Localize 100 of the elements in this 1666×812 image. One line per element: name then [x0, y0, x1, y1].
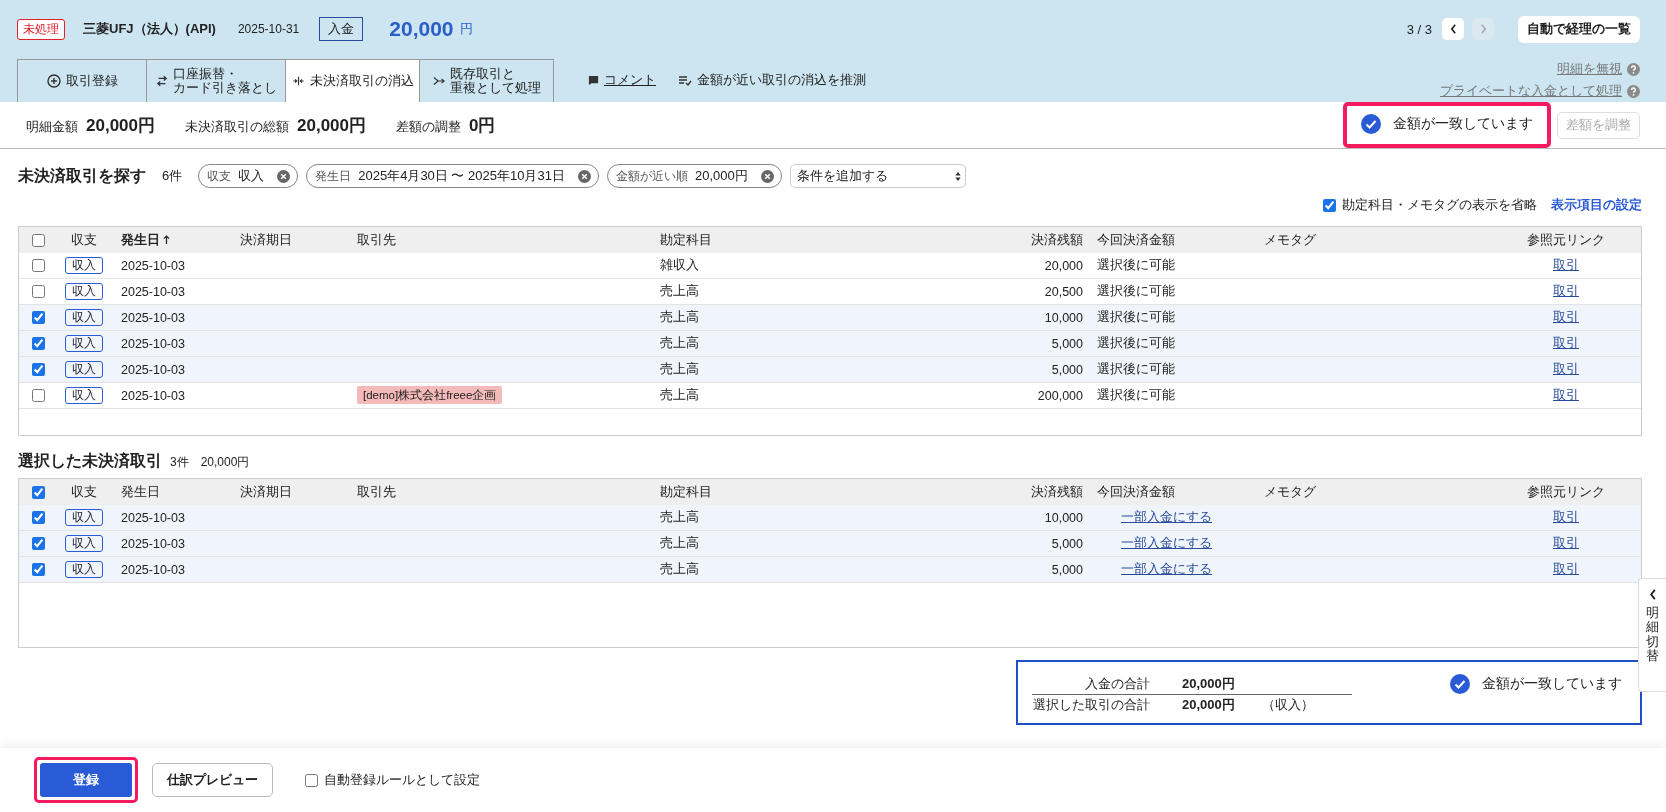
source-link[interactable]: 取引 [1553, 510, 1579, 524]
chevron-right-icon [1479, 24, 1487, 34]
account-cell: 売上高 [660, 310, 699, 324]
summary-value: 20,000円 [297, 114, 366, 137]
column-header[interactable]: 決済期日 [240, 232, 292, 247]
tab-label: 口座振替・ カード引き落とし [172, 66, 277, 96]
date-cell: 2025-10-03 [121, 388, 185, 403]
option-label: 勘定科目・メモタグの表示を省略 [1342, 196, 1537, 214]
up-down-icon [954, 171, 961, 181]
section-title: 選択した未決済取引 [18, 451, 162, 471]
source-link[interactable]: 取引 [1553, 284, 1579, 298]
tab[interactable]: 既存取引と 重複として処理 [419, 59, 554, 102]
clear-icon[interactable] [577, 169, 591, 183]
plus-circle-icon [46, 74, 61, 88]
section-title: 未決済取引を探す [18, 165, 146, 186]
clear-icon[interactable] [277, 169, 291, 183]
option-label: 自動登録ルールとして設定 [324, 771, 480, 789]
account-cell: 売上高 [660, 510, 699, 524]
column-header[interactable]: 今回決済金額 [1097, 232, 1175, 247]
tab[interactable]: 取引登録 [17, 59, 147, 102]
check-circle-icon [1361, 114, 1381, 134]
tab[interactable]: 未決済取引の消込 [285, 59, 420, 102]
tab-label: 未決済取引の消込 [309, 73, 414, 89]
row-checkbox[interactable] [31, 363, 45, 376]
column-header[interactable]: 収支 [71, 232, 97, 247]
row-checkbox[interactable] [31, 537, 45, 550]
row-checkbox[interactable] [31, 259, 45, 272]
checkbox[interactable] [305, 773, 318, 787]
column-header[interactable]: 勘定科目 [660, 484, 712, 499]
side-link[interactable]: プライベートな入金として処理 [1440, 82, 1622, 100]
source-link[interactable]: 取引 [1553, 362, 1579, 376]
total-value: 20,000円 [1182, 676, 1235, 691]
source-link[interactable]: 取引 [1553, 388, 1579, 402]
clear-icon[interactable] [760, 169, 774, 183]
summary-value: 0円 [469, 114, 496, 137]
column-header[interactable]: 収支 [71, 484, 97, 499]
date-cell: 2025-10-03 [121, 510, 185, 525]
column-header[interactable]: 発生日 [121, 232, 170, 247]
chevron-left-icon [1648, 589, 1657, 600]
column-header[interactable]: 取引先 [357, 232, 396, 247]
balance-cell: 20,000 [1044, 258, 1083, 273]
source-link[interactable]: 取引 [1553, 562, 1579, 576]
row-checkbox[interactable] [31, 311, 45, 324]
select-all-checkbox[interactable] [31, 233, 45, 247]
row-checkbox[interactable] [31, 389, 45, 402]
side-tab[interactable]: 明細切替 [1638, 578, 1666, 692]
column-header[interactable]: メモタグ [1264, 232, 1316, 247]
settings-link[interactable]: 表示項目の設定 [1551, 196, 1642, 214]
account-cell: 売上高 [660, 536, 699, 550]
column-header[interactable]: 決済残額 [1031, 232, 1083, 247]
side-link[interactable]: 明細を無視 [1557, 60, 1622, 78]
checkbox[interactable] [1323, 198, 1336, 212]
list-check-icon [678, 74, 692, 87]
select-all-checkbox[interactable] [31, 485, 45, 499]
condition-dropdown[interactable]: 条件を追加する [789, 164, 966, 188]
row-checkbox[interactable] [31, 511, 45, 524]
source-link[interactable]: 取引 [1553, 536, 1579, 550]
help-icon [1627, 62, 1640, 76]
column-header[interactable]: 決済残額 [1031, 484, 1083, 499]
total-label: 入金の合計 [1085, 676, 1150, 691]
column-header[interactable]: メモタグ [1264, 484, 1316, 499]
guess-action[interactable]: 金額が近い取引の消込を推測 [678, 59, 866, 102]
account-cell: 売上高 [660, 388, 699, 402]
column-header[interactable]: 発生日 [121, 484, 160, 499]
source-link[interactable]: 取引 [1553, 336, 1579, 350]
balance-cell: 5,000 [1051, 362, 1083, 377]
source-link[interactable]: 取引 [1553, 258, 1579, 272]
previous-button[interactable] [1442, 18, 1464, 40]
balance-cell: 10,000 [1044, 510, 1083, 525]
merge-arrow-icon [432, 75, 445, 87]
type-badge: 入金 [319, 17, 364, 41]
register-button[interactable]: 登録 [40, 763, 132, 797]
tab-label: 既存取引と 重複として処理 [449, 66, 541, 96]
list-button[interactable]: 自動で経理の一覧 [1518, 15, 1640, 43]
column-header[interactable]: 取引先 [357, 484, 396, 499]
date-cell: 2025-10-03 [121, 362, 185, 377]
type-tag: 収入 [65, 309, 103, 326]
partial-payment-link[interactable]: 一部入金にする [1121, 562, 1212, 576]
total-note: （収入） [1262, 697, 1314, 712]
column-header[interactable]: 参照元リンク [1527, 232, 1605, 247]
partial-payment-link[interactable]: 一部入金にする [1121, 536, 1212, 550]
partial-payment-link[interactable]: 一部入金にする [1121, 510, 1212, 524]
row-checkbox[interactable] [31, 337, 45, 350]
balance-cell: 5,000 [1051, 536, 1083, 551]
date-cell: 2025-10-03 [121, 310, 185, 325]
source-link[interactable]: 取引 [1553, 310, 1579, 324]
row-checkbox[interactable] [31, 285, 45, 298]
column-header[interactable]: 勘定科目 [660, 232, 712, 247]
selected-count: 3件 [170, 454, 189, 471]
statement-amount: 20,000 [389, 17, 454, 41]
comment-icon [588, 75, 599, 86]
column-header[interactable]: 決済期日 [240, 484, 292, 499]
amount-cell: 選択後に可能 [1097, 310, 1175, 324]
row-checkbox[interactable] [31, 563, 45, 576]
comment-link[interactable]: コメント [588, 59, 656, 102]
date-cell: 2025-10-03 [121, 562, 185, 577]
preview-button[interactable]: 仕訳プレビュー [152, 763, 273, 797]
column-header[interactable]: 参照元リンク [1527, 484, 1605, 499]
result-count: 6件 [162, 167, 183, 185]
column-header[interactable]: 今回決済金額 [1097, 484, 1175, 499]
